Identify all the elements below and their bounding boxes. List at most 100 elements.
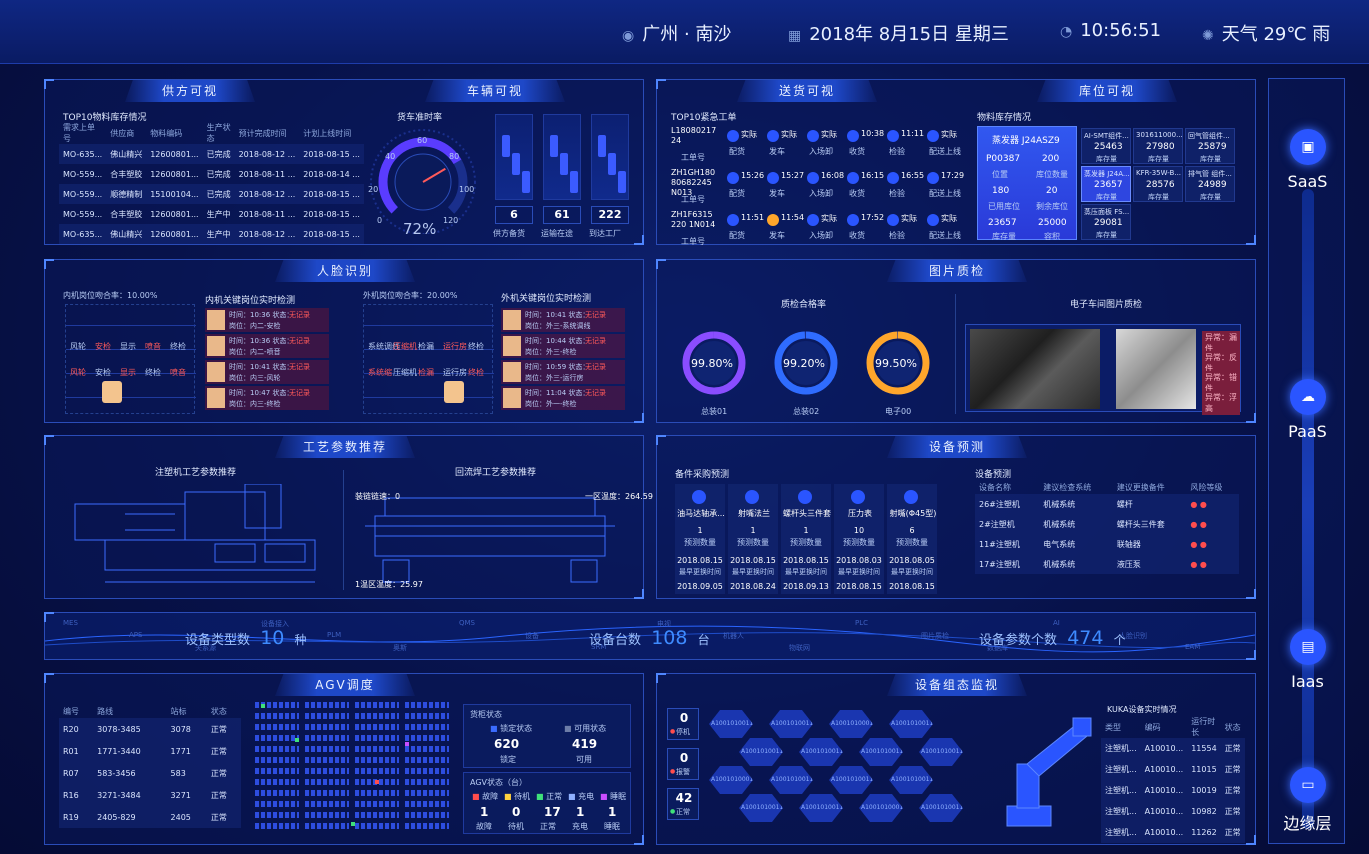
table-row[interactable]: MO-635... 佛山精兴 12600801... 已完成 2018-08-12 ..… <box>59 144 364 164</box>
equipment-hex[interactable]: A1001010001140108 <box>709 766 753 794</box>
warehouse-cell[interactable]: 301611000... 27980 库存量 <box>1133 128 1183 164</box>
equipment-hex[interactable]: A100101001170010 <box>859 738 903 766</box>
detection-row[interactable]: 时间：10:41 状态： 无记录 岗位：内三-风轮 <box>205 360 329 384</box>
table-row[interactable]: 注塑机... A10010... 11554 正常 <box>1101 738 1245 759</box>
risk-level: ● ● <box>1186 554 1239 574</box>
agv-marker[interactable] <box>375 780 379 784</box>
ep-col-header: 建议检查系统 <box>1043 482 1092 492</box>
table-row[interactable]: 26#注塑机 机械系统 螺杆 ● ● <box>975 494 1239 514</box>
pcb-photo-2[interactable] <box>1116 329 1196 409</box>
table-row[interactable]: 注塑机... A10010... 11262 正常 <box>1101 822 1245 843</box>
equipment-hex[interactable]: A100101001151490 <box>889 766 933 794</box>
table-row[interactable]: R20 3078-3485 3078 正常 <box>59 718 241 740</box>
part-card[interactable]: 压力表 10 预测数量 2018.08.03 最早更换时间 2018.08.15 <box>834 484 884 594</box>
part-card[interactable]: 射嘴法兰 1 预测数量 2018.08.15 最早更换时间 2018.08.24 <box>728 484 778 594</box>
sidebar-item-label[interactable]: Iaas <box>1269 672 1346 691</box>
detection-row[interactable]: 时间：10:36 状态： 无记录 岗位：内二-喷音 <box>205 334 329 358</box>
warehouse-main-card[interactable]: 蒸发器 J24ASZ9 P00387 200 位置 库位数量 180 20 已用… <box>977 126 1077 241</box>
detection-row[interactable]: 时间：10:36 状态： 无记录 岗位：内二-安检 <box>205 308 329 332</box>
pcb-photo-1[interactable] <box>970 329 1100 409</box>
equipment-hex[interactable]: A100101001170010 <box>709 710 753 738</box>
table-row[interactable]: R07 583-3456 583 正常 <box>59 762 241 784</box>
table-row[interactable]: 注塑机... A10010... 11015 正常 <box>1101 759 1245 780</box>
avatar[interactable] <box>444 381 464 403</box>
equipment-hex[interactable]: A100101001140128 <box>919 794 963 822</box>
ep-col-header: 设备名称 <box>979 482 1011 492</box>
equipment-hex[interactable]: A100101001140128 <box>889 710 933 738</box>
agv-marker[interactable] <box>351 822 355 826</box>
table-row[interactable]: MO-559... 合丰塑胶 12600801... 生产中 2018-08-11 ..… <box>59 204 364 224</box>
warehouse-cell[interactable]: 蒸发器 J24A... 23657 库存量 <box>1081 166 1131 202</box>
warehouse-cell[interactable]: KFR-35W-B... 28576 库存量 <box>1133 166 1183 202</box>
defect-flag[interactable]: 异常：浮高 <box>1202 391 1240 415</box>
equipment-hex-grid[interactable]: A100101001170010 A100101001140114 A1001010… <box>709 710 963 836</box>
table-row[interactable]: 17#注塑机 机械系统 液压泵 ● ● <box>975 554 1239 574</box>
table-row[interactable]: R19 2405-829 2405 正常 <box>59 806 241 828</box>
equipment-hex[interactable]: A100101001140114 <box>919 738 963 766</box>
agv-marker[interactable] <box>261 704 265 708</box>
table-row[interactable]: 注塑机... A10010... 10019 正常 <box>1101 780 1245 801</box>
map-station-label: 终检 <box>468 368 484 377</box>
table-row[interactable]: R16 3271-3484 3271 正常 <box>59 784 241 806</box>
step-icon <box>887 172 899 184</box>
sidebar-item-label[interactable]: SaaS <box>1269 172 1346 191</box>
order-id[interactable]: L1808021724 <box>671 126 717 146</box>
equipment-hex[interactable]: A100101001140114 <box>769 710 813 738</box>
warehouse-cell[interactable]: 排气管 组件... 24989 库存量 <box>1185 166 1235 202</box>
avatar[interactable] <box>102 381 122 403</box>
equipment-hex[interactable]: A10010100114072 <box>739 738 783 766</box>
order-label: 工单号 <box>681 237 705 246</box>
agv-status-legend: ■ 待机 <box>504 791 530 802</box>
warehouse-cell-value: 29081 <box>1094 218 1123 228</box>
equipment-hex[interactable]: A100101001170010 <box>739 794 783 822</box>
warehouse-cell[interactable]: AI-SMT组件... 25463 库存量 <box>1081 128 1131 164</box>
detection-post: 岗位：内二-安检 <box>229 322 281 330</box>
main-card-label: 容积 <box>1044 232 1060 241</box>
table-row[interactable]: 2#注塑机 机械系统 螺杆头三件套 ● ● <box>975 514 1239 534</box>
cloud-upload-icon[interactable]: ☁ <box>1290 379 1326 415</box>
detection-row[interactable]: 时间：10:44 状态： 无记录 岗位：外三-终检 <box>501 334 625 358</box>
table-cell: 2018-08-15 ... <box>299 144 364 164</box>
equipment-hex[interactable]: A10010100114072 <box>829 766 873 794</box>
status-count-box[interactable]: 42 ● 正常 <box>667 788 699 820</box>
part-card[interactable]: 螺杆头三件套 1 预测数量 2018.08.15 最早更换时间 2018.09.13 <box>781 484 831 594</box>
detection-row[interactable]: 时间：10:47 状态： 无记录 岗位：内三-终检 <box>205 386 329 410</box>
equipment-hex[interactable]: A100101001140114 <box>799 794 843 822</box>
equipment-hex[interactable]: A1001010001140108 <box>859 794 903 822</box>
server-icon[interactable]: ▤ <box>1290 629 1326 665</box>
cloud-box-icon[interactable]: ▣ <box>1290 129 1326 165</box>
status-count-box[interactable]: 0 ● 报警 <box>667 748 699 780</box>
delivery-warehouse-panel: 送货可视 库位可视 TOP10紧急工单 L1808021724 工单号 实际 配货 实际… <box>656 79 1256 246</box>
sidebar-item-label[interactable]: PaaS <box>1269 422 1346 441</box>
hex-label: A100101001151490 <box>891 776 953 783</box>
warehouse-cell[interactable]: 蒸压面板 FS... 29081 库存量 <box>1081 204 1131 240</box>
order-id[interactable]: ZH1F6315220 1N014 <box>671 210 717 230</box>
step-icon <box>847 214 859 226</box>
stat-type-label: 设备类型数 <box>185 633 251 648</box>
table-row[interactable]: MO-559... 顺德精制 15100104... 已完成 2018-08-12 ..… <box>59 184 364 204</box>
part-card[interactable]: 射嘴(Φ45型) 6 预测数量 2018.08.05 最早更换时间 2018.08.15 <box>887 484 937 594</box>
part-card[interactable]: 油马达轴承... 1 预测数量 2018.08.15 最早更换时间 2018.09.05 <box>675 484 725 594</box>
table-row[interactable]: 11#注塑机 电气系统 联轴器 ● ● <box>975 534 1239 554</box>
table-row[interactable]: MO-559... 合丰塑胶 12600801... 已完成 2018-08-11 ..… <box>59 164 364 184</box>
equipment-hex[interactable]: A100101001140128 <box>769 766 813 794</box>
agv-map[interactable] <box>255 702 453 842</box>
warehouse-cell[interactable]: 回气管组件... 25879 库存量 <box>1185 128 1235 164</box>
quality-label: 总装02 <box>793 407 820 416</box>
status-count-box[interactable]: 0 ● 停机 <box>667 708 699 740</box>
detection-row[interactable]: 时间：10:41 状态： 无记录 岗位：外三-系统调线 <box>501 308 625 332</box>
table-row[interactable]: 注塑机... A10010... 10982 正常 <box>1101 801 1245 822</box>
agv-marker[interactable] <box>405 742 409 746</box>
equipment-hex[interactable]: A1001010001140108 <box>829 710 873 738</box>
equipment-hex[interactable]: A100101001151490 <box>799 738 843 766</box>
message-icon[interactable]: ▭ <box>1290 767 1326 803</box>
table-row[interactable]: MO-635... 佛山精兴 12600801... 生产中 2018-08-12 ..… <box>59 224 364 244</box>
detection-row[interactable]: 时间：10:59 状态： 无记录 岗位：外三-运行房 <box>501 360 625 384</box>
detection-row[interactable]: 时间：11:04 状态： 无记录 岗位：外一-终检 <box>501 386 625 410</box>
sidebar-item-label[interactable]: 边缘层 <box>1269 810 1346 834</box>
truck-icon <box>598 135 606 157</box>
agv-marker[interactable] <box>295 738 299 742</box>
detection-post: 岗位：内三-风轮 <box>229 374 281 382</box>
main-card-used: 180 <box>992 186 1010 196</box>
table-row[interactable]: R01 1771-3440 1771 正常 <box>59 740 241 762</box>
